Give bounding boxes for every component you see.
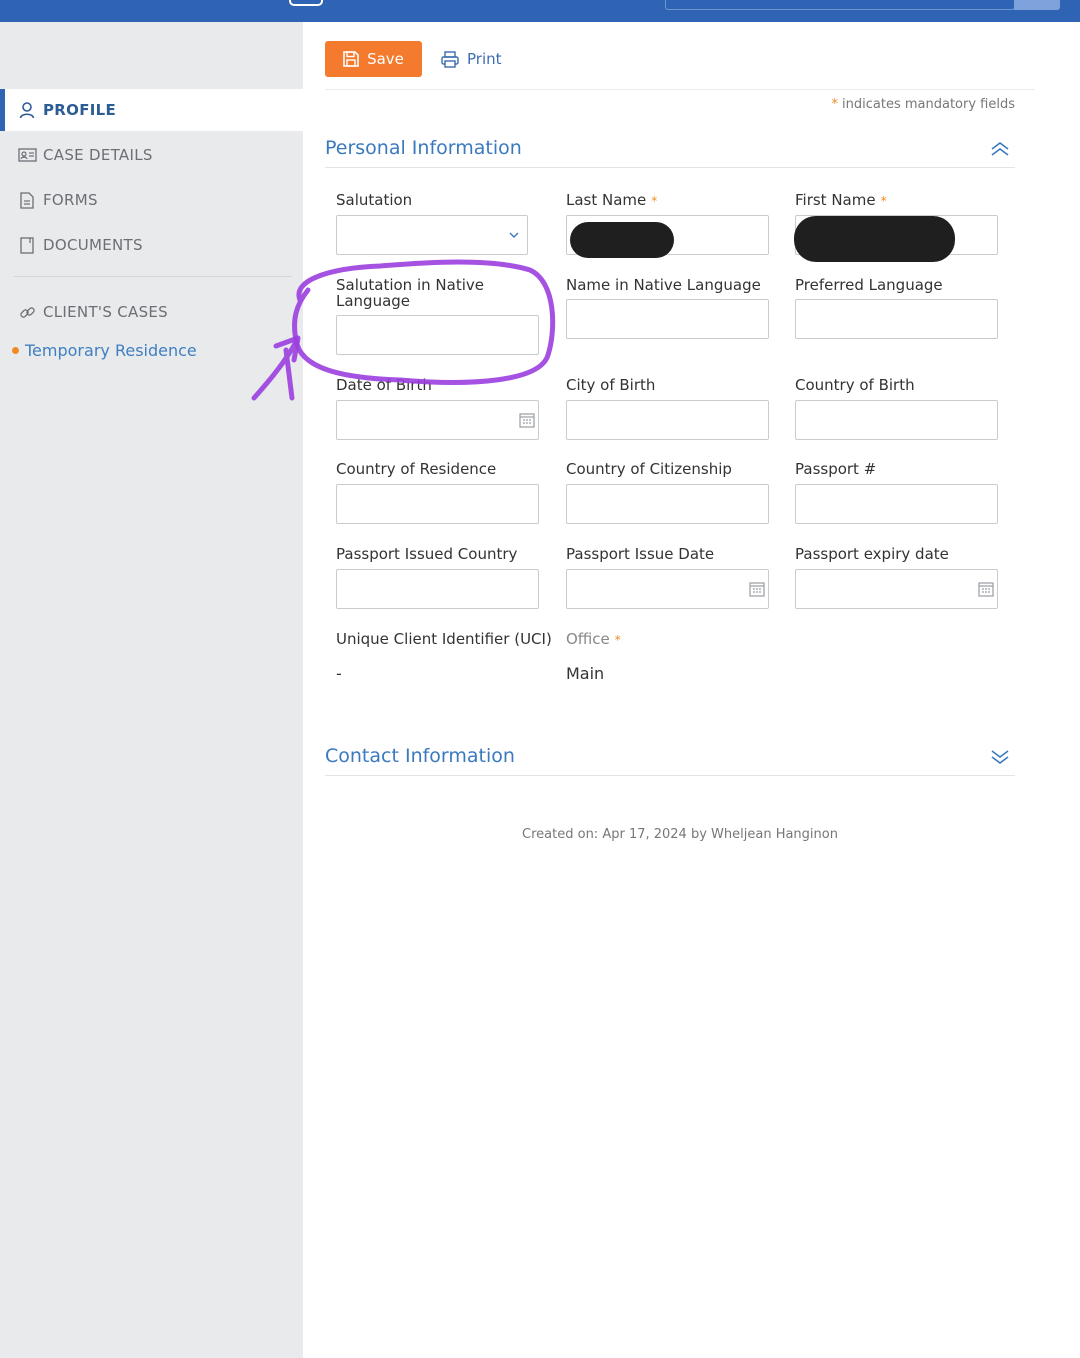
city-birth-input[interactable] [566,400,769,440]
country-birth-input[interactable] [795,400,998,440]
salutation-label: Salutation [336,191,413,209]
salutation-native-input[interactable] [336,315,539,355]
preferred-language-input[interactable] [795,299,998,339]
case-link-label: Temporary Residence [25,341,197,360]
global-search-input[interactable] [665,0,1015,10]
section-divider [325,775,1015,776]
save-button-label: Save [367,50,404,68]
passport-country-input[interactable] [336,569,539,609]
sidebar-item-profile[interactable]: PROFILE [0,89,303,131]
name-native-input[interactable] [566,299,769,339]
redaction-mark [570,222,674,258]
save-button[interactable]: Save [325,41,422,77]
city-birth-label: City of Birth [566,376,656,394]
print-button[interactable]: Print [441,50,502,68]
section-title-personal-information: Personal Information [325,137,522,159]
save-icon [343,51,359,67]
sidebar-item-forms[interactable]: FORMS [0,179,303,221]
case-status-dot [12,347,19,354]
passport-number-label: Passport # [795,460,877,478]
passport-country-label: Passport Issued Country [336,545,518,563]
passport-issue-date-label: Passport Issue Date [566,545,715,563]
passport-issue-date-input[interactable] [566,569,769,609]
id-card-icon [17,146,37,164]
sidebar-item-label: FORMS [43,191,98,209]
sidebar-item-label: CLIENT'S CASES [43,303,168,321]
country-citizenship-input[interactable] [566,484,769,524]
passport-expiry-date-label: Passport expiry date [795,545,949,563]
name-native-label: Name in Native Language [566,276,761,294]
section-divider [325,167,1015,168]
office-label: Office * [566,630,621,648]
section-title-contact-information[interactable]: Contact Information [325,745,515,767]
printer-icon [441,50,459,68]
country-birth-label: Country of Birth [795,376,915,394]
country-residence-input[interactable] [336,484,539,524]
chevron-up-icon[interactable] [990,141,1010,157]
sidebar-item-label: DOCUMENTS [43,236,143,254]
sidebar-item-label: PROFILE [43,101,117,119]
top-bar [0,0,1080,22]
sidebar-item-case-details[interactable]: CASE DETAILS [0,134,303,176]
country-citizenship-label: Country of Citizenship [566,460,732,478]
sidebar-item-clients-cases[interactable]: CLIENT'S CASES [0,291,303,333]
sidebar-item-documents[interactable]: DOCUMENTS [0,224,303,266]
salutation-native-label: Salutation in Native Language [336,276,484,310]
calendar-icon[interactable] [749,581,765,597]
dob-label: Date of Birth [336,376,432,394]
mandatory-note: * indicates mandatory fields [831,97,1015,112]
first-name-label: First Name * [795,191,887,209]
print-button-label: Print [467,50,502,68]
preferred-language-label: Preferred Language [795,276,943,294]
uci-value: - [336,664,342,683]
app-logo[interactable] [289,0,323,6]
chevron-down-icon[interactable] [990,749,1010,765]
search-button[interactable] [1014,0,1060,10]
passport-expiry-date-input[interactable] [795,569,998,609]
office-value: Main [566,664,605,683]
uci-label: Unique Client Identifier (UCI) [336,630,552,648]
sidebar: PROFILE CASE DETAILS FORMS DOCUMENTS CLI… [0,22,303,1358]
link-icon [17,303,37,321]
document-icon [17,236,37,254]
sidebar-item-label: CASE DETAILS [43,146,153,164]
calendar-icon[interactable] [978,581,994,597]
case-link-temporary-residence[interactable]: Temporary Residence [12,341,197,360]
user-icon [17,101,37,119]
dob-input[interactable] [336,400,539,440]
sidebar-divider [14,276,292,277]
country-residence-label: Country of Residence [336,460,497,478]
last-name-label: Last Name * [566,191,658,209]
salutation-select[interactable] [336,215,528,255]
toolbar-divider [325,89,1035,90]
redaction-mark [794,216,955,262]
created-on-note: Created on: Apr 17, 2024 by Wheljean Han… [522,827,838,842]
chevron-down-icon [509,232,519,238]
form-document-icon [17,191,37,209]
passport-number-input[interactable] [795,484,998,524]
calendar-icon[interactable] [519,412,535,428]
